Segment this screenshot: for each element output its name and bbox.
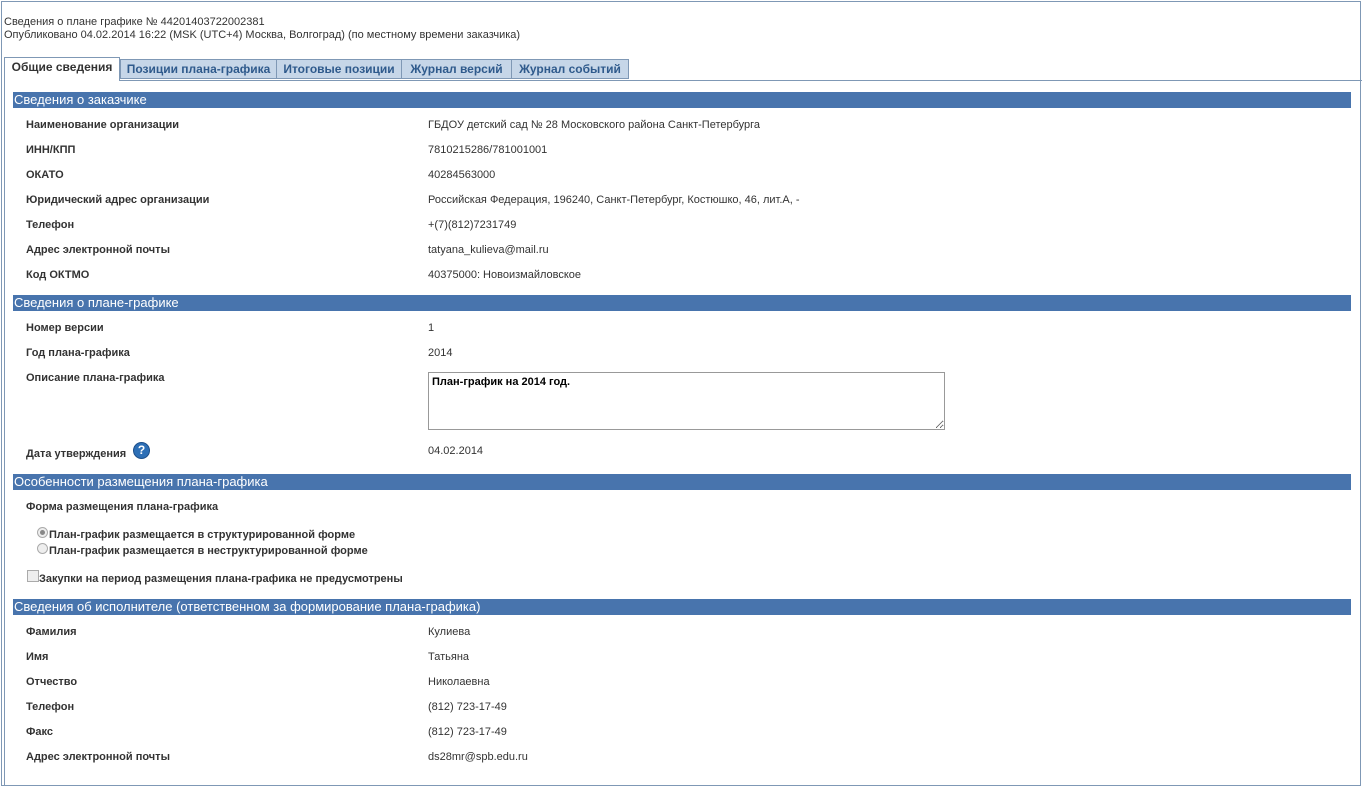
content-panel [4, 80, 1362, 786]
label-inn-kpp: ИНН/КПП [26, 144, 76, 156]
value-executor-email: ds28mr@spb.edu.ru [428, 751, 528, 763]
checkbox-no-purchases[interactable] [27, 570, 39, 582]
published-info: Опубликовано 04.02.2014 16:22 (MSK (UTC+… [4, 29, 521, 41]
label-no-purchases: Закупки на период размещения плана-графи… [39, 573, 403, 585]
label-customer-phone: Телефон [26, 219, 75, 231]
tab-version-log[interactable]: Журнал версий [401, 59, 512, 79]
label-first-name: Имя [26, 651, 49, 663]
label-plan-year: Год плана-графика [26, 347, 130, 359]
radio-unstructured[interactable] [37, 543, 48, 554]
label-version: Номер версии [26, 322, 104, 334]
tab-event-log[interactable]: Журнал событий [511, 59, 629, 79]
value-version: 1 [428, 322, 435, 334]
page-title: Сведения о плане графике № 4420140372200… [4, 16, 265, 28]
value-fax: (812) 723-17-49 [428, 726, 507, 738]
label-executor-email: Адрес электронной почты [26, 751, 170, 763]
radio-structured[interactable] [37, 527, 48, 538]
label-placement-form: Форма размещения плана-графика [26, 501, 219, 513]
section-customer-header: Сведения о заказчике [13, 92, 1351, 108]
label-patronymic: Отчество [26, 676, 78, 688]
label-okato: ОКАТО [26, 169, 64, 181]
value-customer-email: tatyana_kulieva@mail.ru [428, 244, 549, 256]
section-plan-header: Сведения о плане-графике [13, 295, 1351, 311]
value-okato: 40284563000 [428, 169, 496, 181]
value-legal-address: Российская Федерация, 196240, Санкт-Пете… [428, 194, 800, 206]
label-fax: Факс [26, 726, 53, 738]
label-surname: Фамилия [26, 626, 77, 638]
tab-plan-positions[interactable]: Позиции плана-графика [120, 59, 277, 79]
label-oktmo: Код ОКТМО [26, 269, 90, 281]
label-radio-structured: План-график размещается в структурирован… [49, 529, 356, 541]
label-approval-date: Дата утверждения [26, 448, 127, 460]
value-org-name: ГБДОУ детский сад № 28 Московского район… [428, 119, 761, 131]
label-legal-address: Юридический адрес организации [26, 194, 210, 206]
tab-bar: Общие сведения Позиции плана-графика Ито… [4, 57, 1362, 81]
value-executor-phone: (812) 723-17-49 [428, 701, 507, 713]
value-first-name: Татьяна [428, 651, 470, 663]
value-plan-year: 2014 [428, 347, 453, 359]
label-plan-description: Описание плана-графика [26, 372, 165, 384]
value-inn-kpp: 7810215286/781001001 [428, 144, 548, 156]
value-customer-phone: +(7)(812)7231749 [428, 219, 517, 231]
label-customer-email: Адрес электронной почты [26, 244, 170, 256]
tab-total-positions[interactable]: Итоговые позиции [276, 59, 402, 79]
plan-description-textarea[interactable]: План-график на 2014 год. [428, 372, 945, 430]
value-surname: Кулиева [428, 626, 471, 638]
tab-general-info[interactable]: Общие сведения [4, 57, 120, 81]
value-oktmo: 40375000: Новоизмайловское [428, 269, 582, 281]
label-org-name: Наименование организации [26, 119, 180, 131]
section-placement-header: Особенности размещения плана-графика [13, 474, 1351, 490]
label-radio-unstructured: План-график размещается в неструктуриров… [49, 545, 368, 557]
section-executor-header: Сведения об исполнителе (ответственном з… [13, 599, 1351, 615]
value-patronymic: Николаевна [428, 676, 490, 688]
label-executor-phone: Телефон [26, 701, 75, 713]
value-approval-date: 04.02.2014 [428, 445, 484, 457]
help-icon[interactable]: ? [133, 442, 150, 459]
